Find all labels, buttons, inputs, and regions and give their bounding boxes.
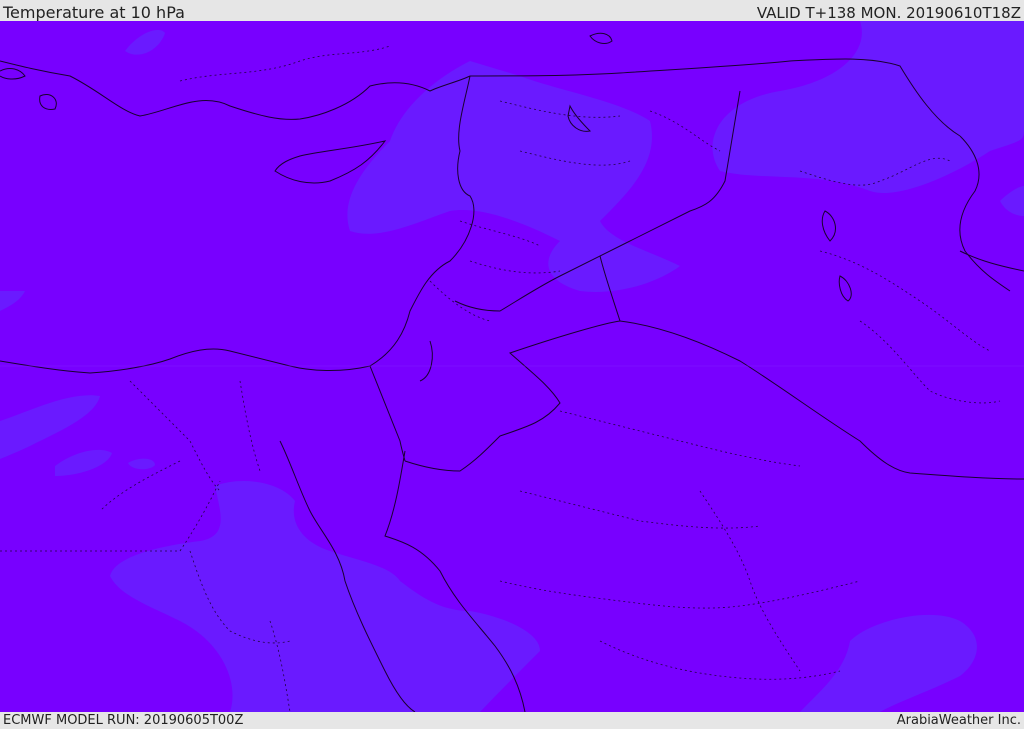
- map-title: Temperature at 10 hPa: [3, 3, 185, 22]
- temperature-map: [0, 21, 1024, 712]
- header-bar: Temperature at 10 hPa VALID T+138 MON. 2…: [0, 0, 1024, 22]
- footer-bar: ECMWF MODEL RUN: 20190605T00Z ArabiaWeat…: [0, 712, 1024, 729]
- model-run-label: ECMWF MODEL RUN: 20190605T00Z: [3, 713, 244, 728]
- valid-time-label: VALID T+138 MON. 20190610T18Z: [756, 4, 1021, 22]
- map-canvas: [0, 21, 1024, 712]
- credit-label: ArabiaWeather Inc.: [896, 713, 1021, 728]
